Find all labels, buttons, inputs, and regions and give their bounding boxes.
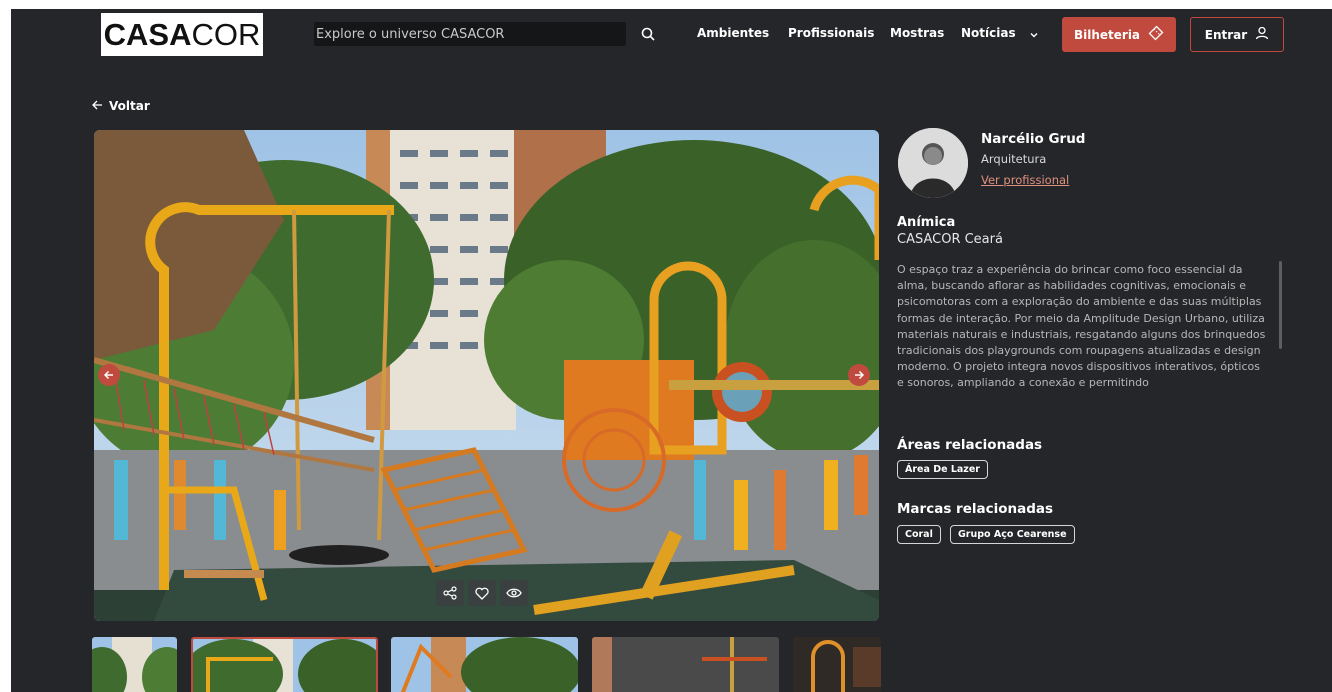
related-brands-title: Marcas relacionadas — [897, 501, 1054, 517]
entrar-label: Entrar — [1204, 27, 1248, 42]
playground-illustration — [94, 130, 879, 621]
next-image-button[interactable] — [848, 364, 870, 386]
app-frame: CASACOR Ambientes Profissionais Mostras … — [11, 9, 1332, 692]
arrow-right-icon — [855, 370, 864, 380]
description-scrollbar[interactable] — [1279, 261, 1282, 349]
nav-profissionais[interactable]: Profissionais — [788, 26, 874, 40]
nav-mostras[interactable]: Mostras — [890, 26, 944, 40]
search-bar — [314, 22, 626, 46]
professional-role: Arquitetura — [981, 152, 1047, 166]
related-areas-title: Áreas relacionadas — [897, 437, 1043, 453]
share-button[interactable] — [436, 580, 464, 606]
ticket-icon — [1148, 25, 1164, 44]
ambiente-mostra: CASACOR Ceará — [897, 232, 1003, 247]
arrow-left-icon — [92, 99, 103, 113]
eye-icon — [506, 588, 522, 598]
casacor-logo[interactable]: CASA COR — [101, 13, 263, 56]
gallery-thumbnail[interactable] — [391, 637, 578, 692]
gallery-thumbnail-selected[interactable] — [191, 637, 378, 692]
brand-tag[interactable]: Grupo Aço Cearense — [950, 525, 1075, 544]
logo-text-bold: CASA — [103, 16, 192, 52]
heart-icon — [475, 587, 489, 600]
search-icon[interactable] — [638, 24, 658, 44]
ver-profissional-link[interactable]: Ver profissional — [981, 173, 1069, 187]
share-icon — [443, 586, 457, 600]
area-tag[interactable]: Área De Lazer — [897, 460, 988, 479]
ambiente-main-photo — [94, 130, 879, 621]
ambiente-description: O espaço traz a experiência do brincar c… — [897, 263, 1266, 390]
gallery-thumbnail[interactable] — [92, 637, 177, 692]
gallery-thumbnail[interactable] — [793, 637, 881, 692]
nav-ambientes[interactable]: Ambientes — [697, 26, 769, 40]
back-link[interactable]: Voltar — [92, 99, 150, 113]
entrar-button[interactable]: Entrar — [1190, 17, 1284, 52]
nav-noticias[interactable]: Notícias — [961, 26, 1016, 40]
ambiente-title: Anímica — [897, 215, 956, 230]
back-label: Voltar — [109, 99, 150, 113]
professional-name: Narcélio Grud — [981, 131, 1086, 147]
image-actions — [436, 580, 528, 606]
arrow-left-icon — [104, 370, 113, 380]
view-button[interactable] — [500, 580, 528, 606]
chevron-down-icon[interactable] — [1029, 25, 1039, 44]
bilheteria-label: Bilheteria — [1073, 27, 1141, 42]
professional-portrait — [898, 128, 968, 198]
gallery-thumbnail[interactable] — [592, 637, 779, 692]
logo-text-light: COR — [191, 16, 261, 52]
professional-avatar[interactable] — [898, 128, 968, 198]
bilheteria-button[interactable]: Bilheteria — [1062, 17, 1176, 52]
favorite-button[interactable] — [468, 580, 496, 606]
search-input[interactable] — [316, 22, 626, 46]
brand-tag[interactable]: Coral — [897, 525, 941, 544]
user-icon — [1255, 26, 1269, 43]
previous-image-button[interactable] — [98, 364, 120, 386]
